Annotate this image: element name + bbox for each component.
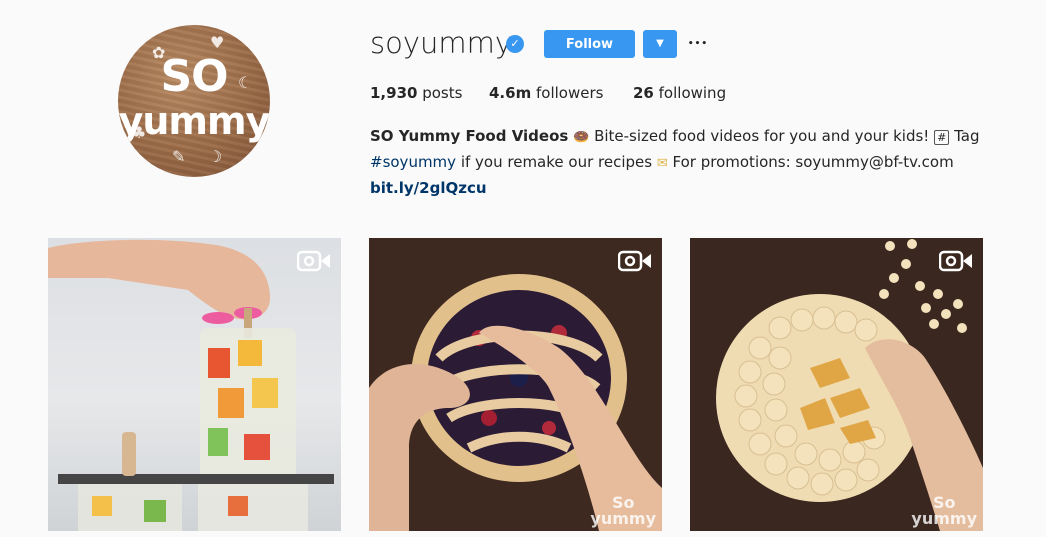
carrot-doodle-icon: ✎ [172,147,186,166]
profile-username: soyummy [370,26,513,60]
posts-label: posts [422,84,463,102]
watermark-line-2: yummy [590,509,656,528]
profile-bio: SO Yummy Food Videos 🍩 Bite-sized food v… [370,124,1010,200]
soyummy-watermark: So yummy [590,495,656,527]
followers-label: followers [535,84,604,102]
berry-pie-photo [369,238,662,531]
bio-line-2: #soyummy if you remake our recipes ✉ For… [370,150,1010,176]
posts-count: 1,930 [370,84,418,102]
banana-doodle-icon: ☽ [208,147,223,166]
followers-stat[interactable]: 4.6m followers [489,84,603,102]
video-camera-icon [618,250,651,272]
post-thumbnail-2[interactable]: So yummy [369,238,662,531]
bio-external-link[interactable]: bit.ly/2glQzcu [370,179,487,197]
followers-count: 4.6m [489,84,532,102]
follow-button[interactable]: Follow [544,30,635,58]
bio-text-1: Bite-sized food videos for you and your … [594,127,930,145]
suggestions-dropdown-button[interactable]: ▼ [643,30,677,58]
bio-line-1: SO Yummy Food Videos 🍩 Bite-sized food v… [370,124,1010,150]
bio-full-name: SO Yummy Food Videos [370,127,569,145]
ellipsis-icon: ••• [687,39,709,49]
post-thumbnail-3[interactable]: So yummy [690,238,983,531]
apple-pie-photo [690,238,983,531]
popsicle-photo [48,239,334,531]
hash-emoji-icon: # [934,130,950,145]
bio-tail-1: Tag [954,127,980,145]
bio-tail-2: For promotions: soyummy@bf-tv.com [672,153,954,171]
verified-badge-icon: ✓ [506,35,524,53]
posts-stat: 1,930 posts [370,84,462,102]
avatar-logo-so: SO [160,51,228,102]
post-thumbnail-1[interactable] [48,238,341,531]
bio-hashtag-link[interactable]: #soyummy [370,153,456,171]
video-camera-icon [939,250,972,272]
following-label: following [658,84,727,102]
more-options-button[interactable]: ••• [686,33,710,53]
bio-text-2: if you remake our recipes [460,153,653,171]
following-stat[interactable]: 26 following [633,84,726,102]
donut-emoji-icon: 🍩 [573,130,590,145]
avatar-logo-yummy: yummy [118,99,270,143]
watermark-line-2: yummy [911,509,977,528]
following-count: 26 [633,84,654,102]
video-camera-icon [297,250,330,272]
bio-line-3: bit.ly/2glQzcu [370,176,1010,200]
profile-avatar[interactable]: ✿ ♥ ☾ ♣ ✎ ☽ SO yummy [118,25,270,177]
strawberry-doodle-icon: ♥ [210,33,225,52]
chevron-down-icon: ▼ [656,38,664,49]
soyummy-watermark: So yummy [911,495,977,527]
envelope-emoji-icon: ✉ [656,156,668,171]
